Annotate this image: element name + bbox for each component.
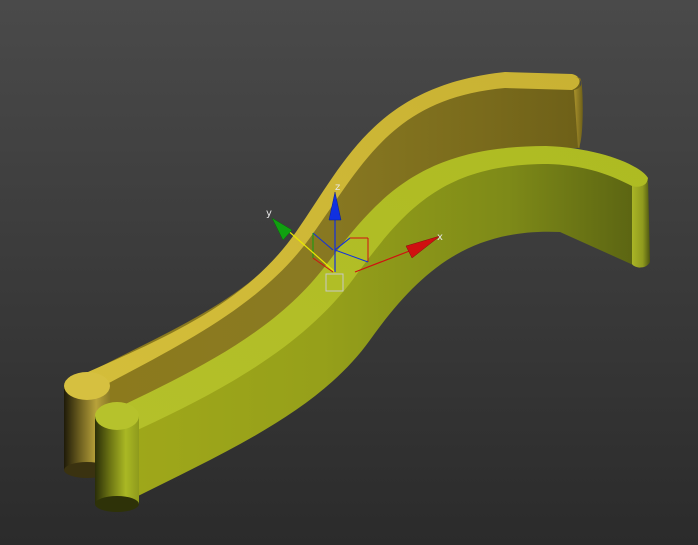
front-ribbon-end-right [632,178,650,268]
3d-viewport[interactable]: y z x [0,0,698,545]
x-axis-label: x [437,232,443,243]
front-ribbon-end-cap [95,402,139,512]
y-axis-label: y [266,208,272,219]
viewport-canvas[interactable]: y z x [0,0,698,545]
z-axis-label: z [335,182,340,193]
